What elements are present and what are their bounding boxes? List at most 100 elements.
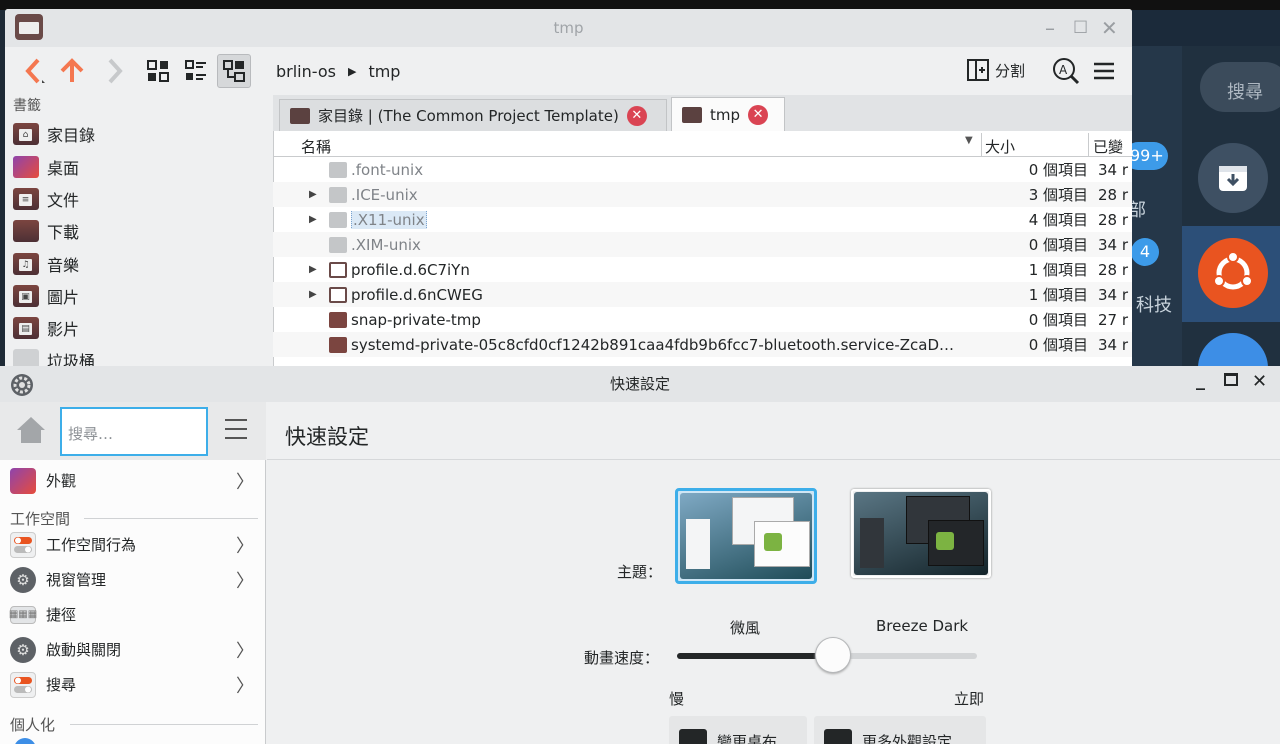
tab-home[interactable]: 家目錄 | (The Common Project Template) ✕ xyxy=(279,99,667,131)
column-modified[interactable]: 已變 xyxy=(1093,136,1123,157)
window-title: 快速設定 xyxy=(609,375,670,393)
sidebar-item-label: 音樂 xyxy=(47,256,80,275)
menu-button[interactable] xyxy=(1087,54,1121,88)
change-wallpaper-button[interactable]: 變更桌布… xyxy=(669,716,807,744)
sidebar-item-music[interactable]: ♫ 音樂 xyxy=(13,249,79,279)
chevron-right-icon: 〉 xyxy=(236,535,254,557)
file-name: .X11-unix xyxy=(351,210,427,229)
nav-label: 視窗管理 xyxy=(46,571,107,589)
table-row[interactable]: ▶ profile.d.6nCWEG 1 個項目 34 r xyxy=(273,282,1132,307)
places-heading: 書籤 xyxy=(13,98,41,114)
close-icon[interactable]: ✕ xyxy=(1101,9,1118,47)
animation-speed-label: 動畫速度： xyxy=(584,649,660,667)
expand-arrow-icon[interactable]: ▶ xyxy=(309,264,317,275)
notification-badge-small: 4 xyxy=(1131,238,1159,266)
nav-item-search[interactable]: 搜尋 〉 xyxy=(10,668,260,701)
compact-view-button[interactable] xyxy=(179,54,213,88)
sidebar-item-downloads[interactable]: 下載 xyxy=(13,216,79,246)
expand-arrow-icon[interactable]: ▶ xyxy=(309,214,317,225)
file-date: 34 r xyxy=(1098,235,1129,254)
file-name-selected: .X11-unix xyxy=(351,210,427,229)
window-titlebar[interactable]: tmp xyxy=(5,9,1132,47)
sidebar-item-videos[interactable]: ▤ 影片 xyxy=(13,313,79,343)
chevron-right-icon: 〉 xyxy=(236,640,254,662)
sidebar-item-label: 文件 xyxy=(47,191,80,210)
icons-view-button[interactable] xyxy=(141,54,175,88)
sidebar-item-trash[interactable]: 垃圾桶 xyxy=(13,345,95,366)
grid-view-icon xyxy=(147,60,169,82)
split-button[interactable]: 分割 xyxy=(967,59,1025,81)
sidebar-item-desktop[interactable]: 桌面 xyxy=(13,152,79,182)
theme-card-breeze-dark[interactable] xyxy=(851,489,991,578)
nav-item-workspace-behavior[interactable]: 工作空間行為 〉 xyxy=(10,528,260,561)
chevron-right-icon: 〉 xyxy=(236,471,254,493)
tab-bar: 家目錄 | (The Common Project Template) ✕ tm… xyxy=(273,95,1132,131)
download-app-button[interactable] xyxy=(1198,143,1268,213)
home-button[interactable] xyxy=(16,416,46,448)
details-view-button[interactable] xyxy=(217,54,251,88)
tree-view-icon xyxy=(223,60,245,82)
maximize-icon[interactable] xyxy=(1224,373,1238,386)
nav-item-shortcuts[interactable]: ▦▦▦ 捷徑 xyxy=(9,598,260,631)
svg-text:A: A xyxy=(1059,63,1068,77)
sidebar-item-label: 桌面 xyxy=(47,159,80,178)
forward-button[interactable] xyxy=(97,54,131,88)
table-row[interactable]: snap-private-tmp 0 個項目 27 r xyxy=(273,307,1132,332)
close-tab-icon[interactable]: ✕ xyxy=(626,105,647,126)
theme-card-breeze[interactable] xyxy=(675,488,817,584)
desktop-search-button[interactable]: 搜尋 xyxy=(1200,62,1280,112)
close-icon[interactable]: ✕ xyxy=(1252,371,1267,392)
nav-item-appearance[interactable]: 外觀 〉 xyxy=(10,464,260,497)
table-row[interactable]: ▶ .X11-unix 4 個項目 28 r xyxy=(273,207,1132,232)
table-row[interactable]: systemd-private-05c8cfd0cf1242b891caa4fd… xyxy=(273,332,1132,357)
table-row[interactable]: .font-unix 0 個項目 34 r xyxy=(273,157,1132,182)
window-titlebar[interactable]: 快速設定 xyxy=(0,366,1280,402)
breadcrumb-item-current[interactable]: tmp xyxy=(368,62,400,81)
column-divider[interactable] xyxy=(981,133,982,157)
table-row[interactable]: .XIM-unix 0 個項目 34 r xyxy=(273,232,1132,257)
search-input[interactable]: 搜尋… xyxy=(60,407,208,456)
close-tab-icon[interactable]: ✕ xyxy=(748,104,769,125)
animation-speed-slider[interactable] xyxy=(677,637,977,673)
breadcrumb-item-root[interactable]: brlin-os xyxy=(276,62,336,81)
home-folder-icon: ⌂ xyxy=(13,123,39,145)
maximize-icon[interactable]: ☐ xyxy=(1073,9,1088,47)
tab-tmp[interactable]: tmp ✕ xyxy=(671,97,785,131)
expand-arrow-icon[interactable]: ▶ xyxy=(309,189,317,200)
table-row[interactable]: ▶ .ICE-unix 3 個項目 28 r xyxy=(273,182,1132,207)
sidebar-item-documents[interactable]: ≡ 文件 xyxy=(13,184,79,214)
column-divider[interactable] xyxy=(1088,133,1089,157)
chevron-right-icon: 〉 xyxy=(236,675,254,697)
breadcrumb-separator-icon[interactable]: ▶ xyxy=(348,65,356,78)
sidebar-item-home[interactable]: ⌂ 家目錄 xyxy=(13,119,95,149)
expand-arrow-icon[interactable]: ▶ xyxy=(309,289,317,300)
more-appearance-button[interactable]: 更多外觀設定… xyxy=(814,716,986,744)
places-panel: 書籤 ⌂ 家目錄 桌面 ≡ 文件 下載 ♫ 音樂 ▣ 圖片 ▤ 影片 垃圾桶 xyxy=(5,95,271,366)
tab-label: 家目錄 | (The Common Project Template) xyxy=(318,107,619,125)
section-divider xyxy=(84,518,258,519)
desktop-folder-icon xyxy=(13,156,39,178)
up-button[interactable] xyxy=(55,54,89,88)
theme-preview-dark xyxy=(854,492,988,575)
gear-icon: ⚙ xyxy=(10,566,36,593)
folder-hidden-icon xyxy=(329,211,347,228)
nav-item-startup-shutdown[interactable]: ⚙ 啟動與關閉 〉 xyxy=(10,633,260,666)
column-name[interactable]: 名稱 xyxy=(301,136,331,157)
column-size[interactable]: 大小 xyxy=(985,136,1015,157)
folder-locked-icon xyxy=(329,336,347,353)
appearance-settings-icon xyxy=(824,729,852,744)
ubuntu-app-button[interactable] xyxy=(1198,238,1268,308)
minimize-icon[interactable]: _ xyxy=(1196,370,1205,391)
documents-folder-icon: ≡ xyxy=(13,188,39,210)
back-button[interactable] xyxy=(17,54,51,88)
file-name: profile.d.6nCWEG xyxy=(351,285,483,304)
minimize-icon[interactable]: – xyxy=(1045,9,1055,47)
slider-handle[interactable] xyxy=(815,637,851,673)
music-folder-icon: ♫ xyxy=(13,253,39,275)
menu-button[interactable] xyxy=(224,418,248,444)
table-row[interactable]: ▶ profile.d.6C7iYn 1 個項目 28 r xyxy=(273,257,1132,282)
nav-item-window-management[interactable]: ⚙ 視窗管理 〉 xyxy=(10,563,260,596)
sidebar-item-pictures[interactable]: ▣ 圖片 xyxy=(13,281,79,311)
search-button[interactable]: A xyxy=(1049,54,1083,88)
sort-indicator-icon[interactable]: ▼ xyxy=(965,135,973,146)
